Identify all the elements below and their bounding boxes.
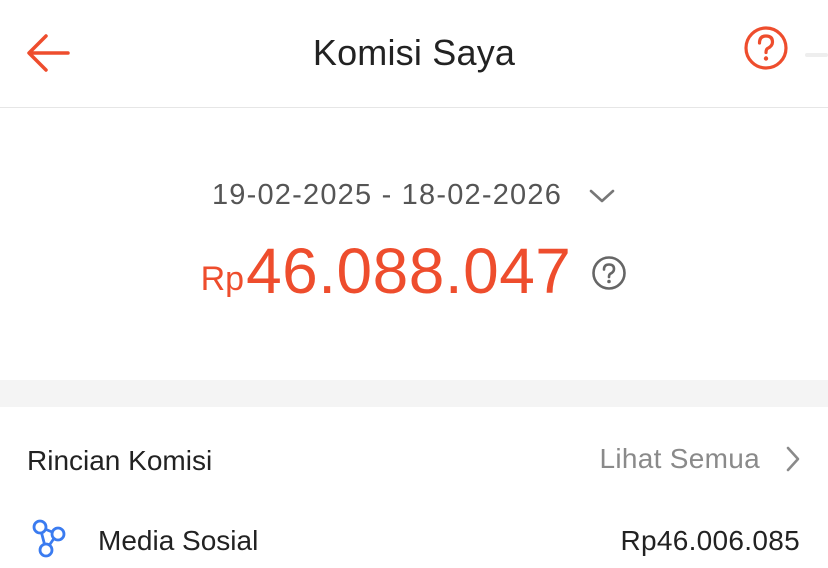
date-range-text: 19-02-2025 - 18-02-2026 — [211, 179, 563, 211]
top-app-bar: Komisi Saya — [0, 0, 828, 108]
amount-currency: Rp — [200, 260, 245, 298]
chevron-down-icon — [589, 189, 615, 202]
commission-details-section: Rincian Komisi Lihat Semua Media Sosial … — [0, 407, 828, 568]
total-commission: Rp 46.088.047 — [0, 239, 828, 303]
list-item[interactable]: Media Sosial Rp46.006.085 — [0, 515, 828, 563]
section-divider — [0, 380, 828, 407]
amount-value: 46.088.047 — [246, 235, 572, 307]
chevron-right-icon — [786, 446, 800, 472]
share-nodes-icon — [32, 519, 66, 558]
commission-summary: 19-02-2025 - 18-02-2026 Rp 46.088.047 — [0, 109, 828, 380]
page-title: Komisi Saya — [312, 32, 516, 73]
help-button[interactable] — [742, 24, 790, 72]
date-range-selector[interactable]: 19-02-2025 - 18-02-2026 — [0, 179, 828, 212]
edge-marker — [805, 53, 828, 57]
row-value: Rp46.006.085 — [620, 525, 800, 556]
question-circle-icon — [744, 26, 788, 70]
section-title: Rincian Komisi — [27, 445, 213, 476]
question-circle-icon[interactable] — [591, 255, 627, 291]
see-all-link[interactable]: Lihat Semua — [599, 443, 802, 475]
row-label: Media Sosial — [98, 525, 259, 556]
see-all-label: Lihat Semua — [599, 443, 760, 474]
